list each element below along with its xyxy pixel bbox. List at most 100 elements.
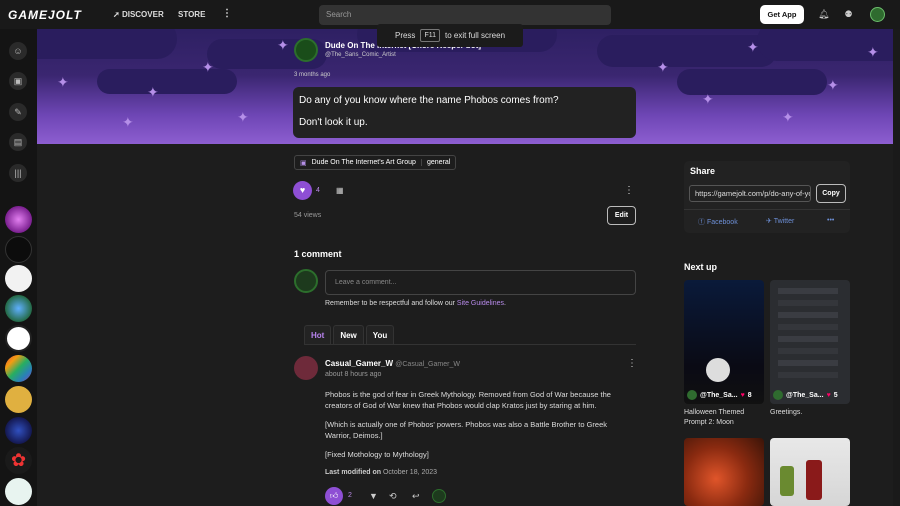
next-up-item-4[interactable] bbox=[770, 438, 850, 506]
sidebar-community-3[interactable] bbox=[5, 265, 32, 292]
comment-author-handle[interactable]: @Casual_Gamer_W bbox=[395, 361, 460, 368]
sidebar-chat-icon[interactable]: ▤ bbox=[9, 133, 27, 151]
next-up-label-1[interactable]: Halloween Themed Prompt 2: Moon bbox=[684, 408, 764, 428]
post-line-1: Do any of you know where the name Phobos… bbox=[299, 95, 559, 106]
thumb-avatar-1 bbox=[687, 390, 697, 400]
heart-icon: ♥ bbox=[826, 391, 831, 399]
thumb-author-1: @The_Sa... bbox=[700, 391, 738, 399]
sidebar-home-icon[interactable]: ☺ bbox=[9, 42, 27, 60]
share-divider bbox=[684, 209, 850, 210]
comment-like-button[interactable]: 👍︎ bbox=[325, 487, 343, 505]
post-like-count[interactable]: 4 bbox=[316, 187, 320, 194]
fullscreen-notice: Press F11 to exit full screen bbox=[377, 24, 523, 47]
group-name[interactable]: Dude On The Internet's Art Group bbox=[307, 159, 421, 166]
get-app-button[interactable]: Get App bbox=[760, 5, 804, 24]
sidebar-community-2[interactable] bbox=[5, 236, 32, 263]
share-card: Share https://gamejolt.com/p/do-any-of-y… bbox=[684, 161, 850, 233]
more-menu-icon[interactable]: ⋮ bbox=[222, 8, 232, 19]
next-up-item-1[interactable]: @The_Sa... ♥ 8 bbox=[684, 280, 764, 404]
dm-row bbox=[778, 312, 838, 318]
next-up-label-2[interactable]: Greetings. bbox=[770, 408, 850, 418]
tab-you[interactable]: You bbox=[365, 325, 395, 344]
sidebar-community-4[interactable] bbox=[5, 295, 32, 322]
guidelines-note: Remember to be respectful and follow our… bbox=[325, 300, 506, 307]
thumb-author-2: @The_Sa... bbox=[786, 391, 824, 399]
thumb-likes-2: 5 bbox=[833, 391, 838, 399]
current-user-avatar bbox=[294, 269, 318, 293]
thumb-meta-1: @The_Sa... ♥ 8 bbox=[687, 390, 752, 400]
copy-button[interactable]: Copy bbox=[816, 184, 846, 203]
comment-body: Phobos is the god of fear in Greek Mytho… bbox=[325, 389, 635, 468]
dm-row bbox=[778, 360, 838, 366]
channel-name[interactable]: general bbox=[420, 159, 455, 166]
post-views: 54 views bbox=[294, 212, 322, 219]
share-more[interactable]: ••• bbox=[827, 217, 834, 224]
left-sidebar: ☺ ▣ ✎ ▤ ||| ✿ bbox=[0, 29, 37, 506]
comment-author-avatar[interactable] bbox=[294, 356, 318, 380]
next-up-title: Next up bbox=[684, 262, 718, 272]
thumb-meta-2: @The_Sa... ♥ 5 bbox=[773, 390, 838, 400]
dislike-icon[interactable]: ▼ bbox=[369, 491, 378, 501]
share-url-field[interactable]: https://gamejolt.com/p/do-any-of-you-kno… bbox=[689, 185, 811, 202]
friends-icon[interactable]: ⚉ bbox=[843, 9, 854, 20]
comment-author[interactable]: Casual_Gamer_W @Casual_Gamer_W bbox=[325, 359, 460, 368]
share-twitter[interactable]: ✈ Twitter bbox=[766, 217, 794, 225]
next-up-item-2[interactable]: @The_Sa... ♥ 5 bbox=[770, 280, 850, 404]
liked-by-avatar[interactable] bbox=[432, 489, 446, 503]
comment-input[interactable]: Leave a comment... bbox=[325, 270, 636, 295]
comment-time: about 8 hours ago bbox=[325, 371, 382, 378]
fs-notice-before: Press bbox=[394, 31, 416, 40]
sidebar-community-8[interactable] bbox=[5, 417, 32, 444]
comment-modified: Last modified on October 18, 2023 bbox=[325, 469, 437, 476]
gamejolt-logo[interactable]: GAMEJOLT bbox=[8, 8, 82, 22]
scrollbar[interactable] bbox=[893, 29, 900, 506]
sidebar-community-1[interactable] bbox=[5, 206, 32, 233]
comment-like-count[interactable]: 2 bbox=[348, 492, 352, 499]
site-guidelines-link[interactable]: Site Guidelines bbox=[457, 300, 504, 307]
sidebar-library-icon[interactable]: ||| bbox=[9, 164, 27, 182]
thumb-figure bbox=[806, 460, 822, 500]
comment-author-name[interactable]: Casual_Gamer_W bbox=[325, 359, 393, 368]
search-input[interactable]: Search bbox=[319, 5, 611, 25]
fs-notice-key: F11 bbox=[420, 29, 440, 42]
user-avatar[interactable] bbox=[870, 7, 885, 22]
comment-para-3: [Fixed Mothology to Mythology] bbox=[325, 450, 429, 459]
sidebar-community-9[interactable]: ✿ bbox=[5, 447, 32, 474]
reply-icon[interactable]: ↩ bbox=[412, 491, 420, 502]
post-more-icon[interactable]: ⋮ bbox=[624, 185, 634, 196]
comment-more-icon[interactable]: ⋮ bbox=[627, 358, 637, 369]
comment-sort-tabs: Hot New You bbox=[304, 325, 395, 344]
next-up-item-3[interactable] bbox=[684, 438, 764, 506]
sidebar-paint-icon[interactable]: ✎ bbox=[9, 103, 27, 121]
sidebar-community-10[interactable] bbox=[5, 478, 32, 505]
discover-link[interactable]: ➚ DISCOVER bbox=[113, 10, 164, 19]
edit-button[interactable]: Edit bbox=[607, 206, 636, 225]
comments-title: 1 comment bbox=[294, 249, 342, 259]
twitter-icon: ✈ bbox=[766, 218, 772, 225]
post-like-button[interactable]: ♥ bbox=[293, 181, 312, 200]
sticker-add-icon[interactable]: ⟲ bbox=[389, 491, 397, 502]
post-author-avatar[interactable] bbox=[294, 38, 318, 62]
dm-row bbox=[778, 348, 838, 354]
notifications-bell-icon[interactable]: 🔔︎ bbox=[818, 9, 829, 20]
dm-row bbox=[778, 324, 838, 330]
comment-para-2: [Which is actually one of Phobos' powers… bbox=[325, 420, 607, 440]
post-content: Do any of you know where the name Phobos… bbox=[293, 87, 636, 138]
tab-new[interactable]: New bbox=[333, 325, 364, 344]
sidebar-bag-icon[interactable]: ▣ bbox=[9, 72, 27, 90]
sidebar-community-6[interactable] bbox=[5, 355, 32, 382]
fs-notice-after: to exit full screen bbox=[444, 31, 506, 40]
guidelines-period: . bbox=[504, 300, 506, 307]
modified-label: Last modified on bbox=[325, 469, 381, 476]
sidebar-community-5[interactable] bbox=[5, 325, 32, 352]
sidebar-community-7[interactable] bbox=[5, 386, 32, 413]
discover-label: DISCOVER bbox=[121, 10, 164, 19]
dm-row bbox=[778, 336, 838, 342]
store-link[interactable]: STORE bbox=[178, 10, 205, 19]
share-facebook[interactable]: ⓕ Facebook bbox=[698, 217, 738, 227]
post-community-tag[interactable]: ▣ Dude On The Internet's Art Group gener… bbox=[294, 155, 457, 170]
post-author-handle[interactable]: @The_Sans_Comic_Artist bbox=[325, 52, 396, 58]
sticker-icon[interactable]: ▦ bbox=[336, 186, 344, 195]
thumb-figure bbox=[780, 466, 794, 496]
tab-hot[interactable]: Hot bbox=[304, 325, 332, 344]
